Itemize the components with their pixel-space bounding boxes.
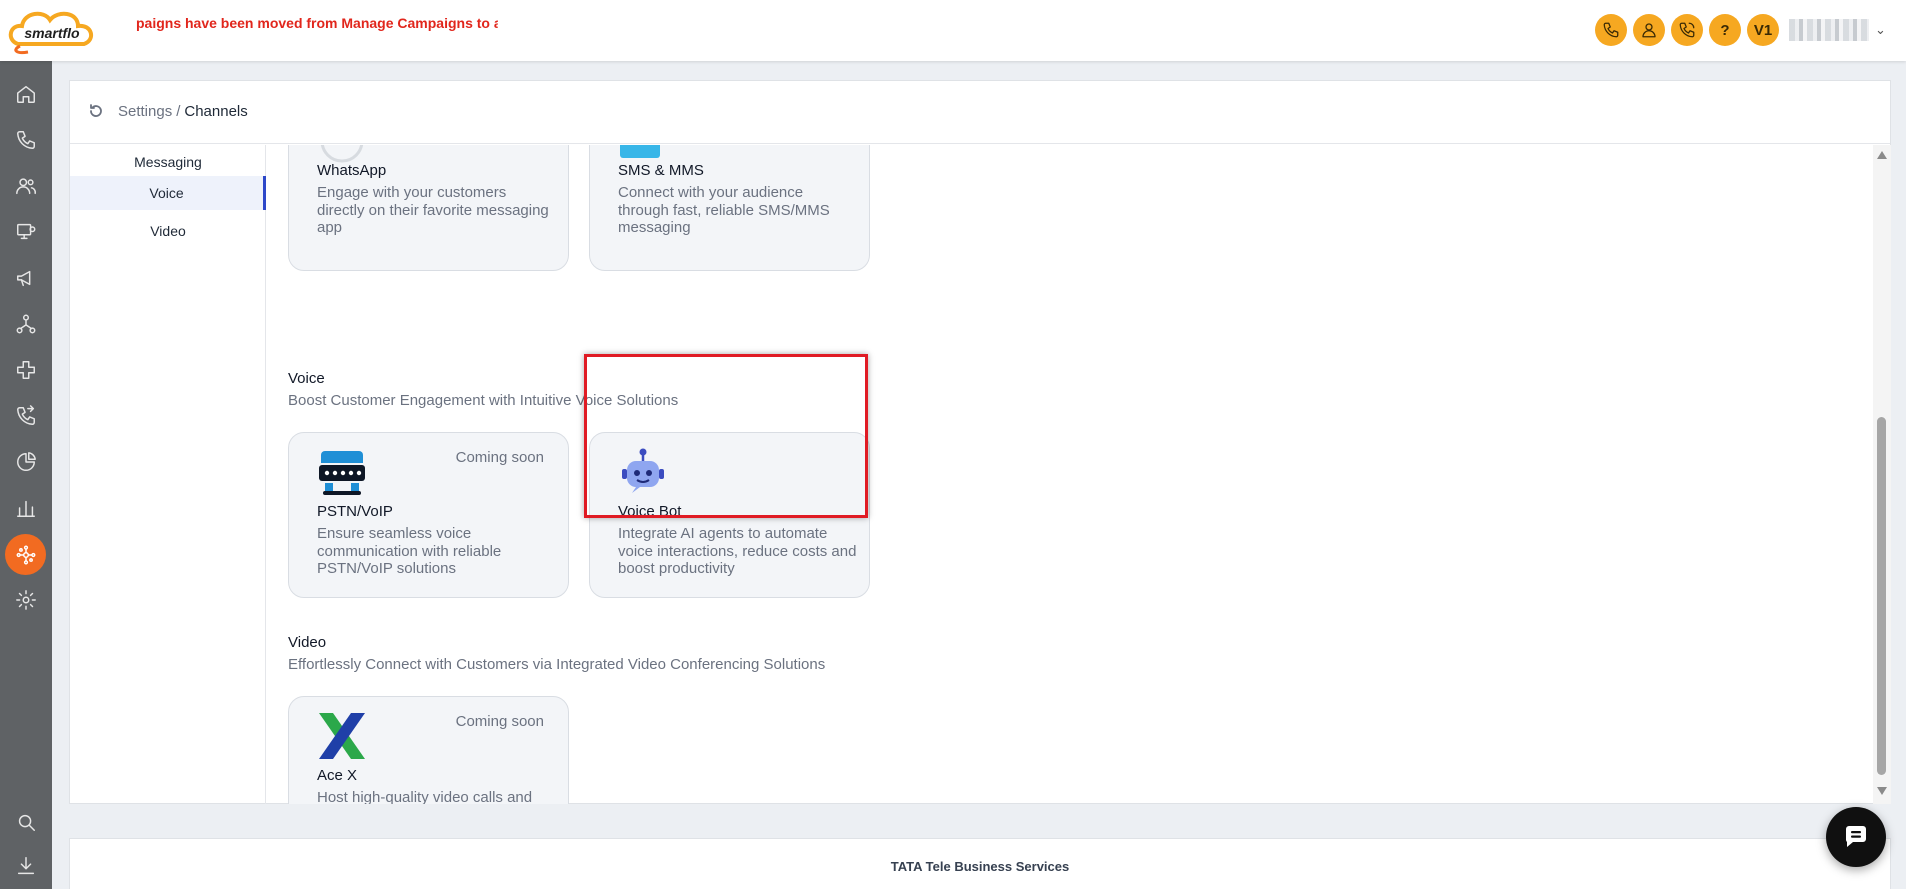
call-forward-icon[interactable] — [10, 400, 42, 432]
integrations-icon[interactable] — [10, 354, 42, 386]
top-bar: paigns have been moved from Manage Campa… — [0, 0, 1906, 61]
ace-x-logo-icon — [319, 713, 365, 759]
coming-soon-badge: Coming soon — [455, 713, 544, 730]
left-sidebar — [0, 0, 52, 889]
scroll-down-arrow-icon[interactable] — [1877, 787, 1887, 795]
section-subtitle-video: Effortlessly Connect with Customers via … — [288, 656, 826, 673]
channel-card-ace-x[interactable]: Coming soon Ace X Host high-quality vide… — [288, 696, 569, 804]
svg-text:smartflo: smartflo — [24, 25, 80, 41]
network-icon[interactable] — [10, 308, 42, 340]
chat-button[interactable] — [1826, 807, 1886, 867]
users-icon[interactable] — [10, 170, 42, 202]
home-icon[interactable] — [10, 78, 42, 110]
breadcrumb-separator: / — [176, 103, 181, 120]
search-icon[interactable] — [10, 806, 42, 838]
agent-icon[interactable] — [1633, 14, 1665, 46]
breadcrumb-current: Channels — [184, 103, 248, 120]
back-icon[interactable] — [88, 103, 104, 119]
pie-chart-icon[interactable] — [10, 446, 42, 478]
pstn-telephone-icon — [319, 451, 365, 495]
megaphone-icon[interactable] — [10, 262, 42, 294]
subnav-item-messaging[interactable]: Messaging — [70, 145, 266, 179]
user-avatar[interactable]: V1 — [1747, 14, 1779, 46]
channels-hub-icon[interactable] — [5, 534, 46, 575]
selection-highlight — [584, 354, 868, 518]
card-description: Host high-quality video calls and meetin… — [317, 789, 533, 804]
download-icon[interactable] — [10, 850, 42, 882]
help-button[interactable]: ? — [1709, 14, 1741, 46]
channel-card-sms-mms[interactable]: SMS & MMS Connect with your audience thr… — [589, 145, 870, 271]
channels-panel: Settings / Channels Messaging Voice Video … — [69, 80, 1891, 804]
coming-soon-badge: Coming soon — [455, 449, 544, 466]
topbar-actions: ? V1 ⌄ — [1595, 14, 1886, 46]
section-title-video: Video — [288, 634, 327, 651]
settings-gear-icon[interactable] — [10, 584, 42, 616]
footer: TATA Tele Business Services — [69, 838, 1891, 889]
card-description: Connect with your audience through fast,… — [618, 184, 830, 236]
breadcrumb: Settings / Channels — [118, 103, 248, 120]
username-blurred[interactable] — [1789, 19, 1869, 41]
scroll-up-arrow-icon[interactable] — [1877, 151, 1887, 159]
card-description: Integrate AI agents to automate voice in… — [618, 525, 857, 577]
chat-bubble-icon — [1846, 826, 1866, 847]
breadcrumb-settings[interactable]: Settings — [118, 103, 172, 120]
card-title: SMS & MMS — [618, 162, 704, 179]
panel-header: Settings / Channels — [70, 81, 1890, 144]
announcement-ticker: paigns have been moved from Manage Campa… — [136, 15, 498, 31]
chevron-down-icon[interactable]: ⌄ — [1875, 22, 1886, 38]
smartflo-logo[interactable]: smartflo — [8, 0, 98, 60]
phone-icon[interactable] — [10, 124, 42, 156]
channels-content: WhatsApp Engage with your customers dire… — [267, 145, 1873, 804]
footer-text: TATA Tele Business Services — [890, 859, 1070, 874]
channel-card-whatsapp[interactable]: WhatsApp Engage with your customers dire… — [288, 145, 569, 271]
channel-subnav: Messaging Voice Video — [70, 145, 266, 804]
card-description: Engage with your customers directly on t… — [317, 184, 549, 236]
subnav-item-voice[interactable]: Voice — [70, 176, 266, 210]
card-title: PSTN/VoIP — [317, 503, 393, 520]
section-title-voice: Voice — [288, 370, 325, 387]
content-scrollbar[interactable] — [1873, 145, 1891, 804]
bar-chart-icon[interactable] — [10, 492, 42, 524]
call-status-icon[interactable] — [1595, 14, 1627, 46]
card-description: Ensure seamless voice communication with… — [317, 525, 502, 577]
channel-card-pstn-voip[interactable]: Coming soon PSTN/VoIP Ensure seamless vo… — [288, 432, 569, 598]
card-title: Ace X — [317, 767, 358, 784]
card-title: WhatsApp — [317, 162, 387, 179]
scroll-thumb[interactable] — [1877, 417, 1886, 775]
dialer-icon[interactable] — [1671, 14, 1703, 46]
monitor-settings-icon[interactable] — [10, 216, 42, 248]
subnav-item-video[interactable]: Video — [70, 214, 266, 248]
